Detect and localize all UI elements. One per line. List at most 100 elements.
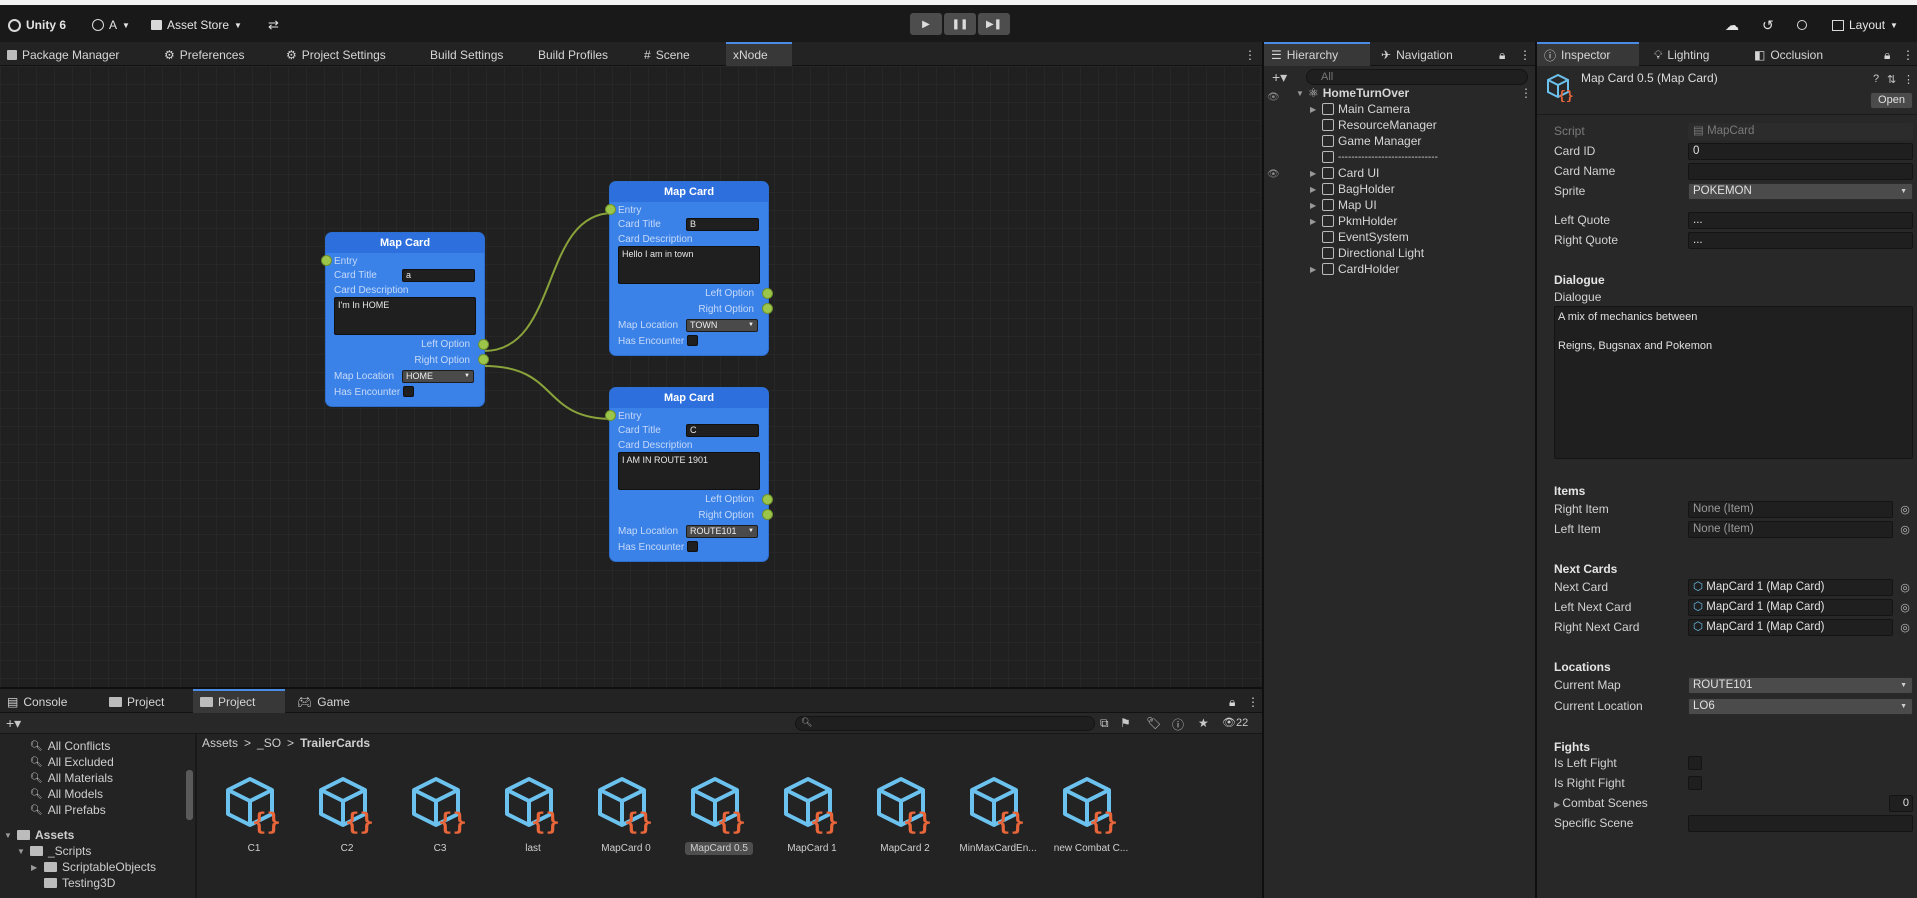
current-map-dropdown[interactable]: ROUTE101 [1688, 677, 1913, 694]
project-search-input[interactable]: 🔍︎ [795, 716, 1095, 731]
settings-icon[interactable]: ⇅ [1887, 73, 1896, 86]
more-vertical-icon[interactable]: ⋮ [1520, 86, 1532, 100]
tag-icon[interactable]: 🏷︎ [1146, 716, 1161, 730]
hierarchy-item[interactable]: ▶ Card UI [1310, 165, 1379, 181]
hierarchy-item[interactable]: ------------------------------ [1310, 149, 1438, 165]
map-card-node[interactable]: Map Card Entry Card Title a Card Descrip… [321, 233, 489, 406]
card-id-field[interactable]: 0 [1688, 143, 1913, 160]
tab-menu-button[interactable]: ⋮ [1240, 691, 1266, 713]
add-icon[interactable]: +▾ [1272, 69, 1287, 86]
asset-item[interactable]: {} MapCard 0.5 [679, 774, 759, 855]
tab-lighting[interactable]: 💡︎ Lighting [1647, 44, 1716, 66]
filter-by-type-icon[interactable]: ⧉ [1100, 716, 1109, 731]
tab-menu-button[interactable]: ⋮ [1237, 44, 1263, 66]
dialogue-textarea[interactable]: A mix of mechanics between Reigns, Bugsn… [1554, 306, 1913, 459]
hierarchy-item[interactable]: Game Manager [1310, 133, 1421, 149]
sidebar-scrollbar[interactable] [186, 770, 193, 820]
asset-item[interactable]: {} C2 [307, 774, 387, 855]
entry-port[interactable] [321, 255, 332, 266]
pause-button[interactable]: ❚❚ [944, 13, 976, 35]
asset-store-dropdown[interactable]: Asset Store ▼ [151, 14, 242, 36]
asset-item[interactable]: {} new Combat C... [1051, 774, 1131, 855]
asset-item[interactable]: {} MapCard 0 [586, 774, 666, 855]
asset-item[interactable]: {} MinMaxCardEn... [958, 774, 1038, 855]
card-title-field[interactable]: C [686, 424, 759, 437]
map-location-dropdown[interactable]: TOWN [686, 319, 758, 332]
hierarchy-item[interactable]: ▶ Main Camera [1310, 101, 1410, 117]
right-next-card-field[interactable]: ⬡ MapCard 1 (Map Card) [1688, 619, 1893, 636]
visibility-icon[interactable]: 👁︎ [1267, 169, 1280, 180]
hierarchy-item[interactable]: EventSystem [1310, 229, 1409, 245]
sidebar-item[interactable]: 🔍︎ All Conflicts [30, 738, 110, 754]
play-button[interactable]: ▶ [910, 13, 942, 35]
object-picker-icon[interactable]: ◎ [1897, 619, 1913, 636]
warning-icon[interactable]: ⓘ [1172, 716, 1184, 733]
tab-preferences[interactable]: ⚙ Preferences [157, 44, 251, 66]
hidden-packages-count[interactable]: 👁︎22 [1222, 716, 1248, 729]
left-item-field[interactable]: None (Item) [1688, 521, 1893, 538]
object-picker-icon[interactable]: ◎ [1897, 599, 1913, 616]
step-button[interactable]: ▶❚ [978, 13, 1010, 35]
layout-dropdown[interactable]: Layout ▼ [1832, 14, 1898, 36]
tab-navigation[interactable]: ✈ Navigation [1374, 44, 1460, 66]
breadcrumb-item[interactable]: TrailerCards [300, 736, 370, 750]
tab-console[interactable]: ▤ Console [0, 691, 74, 713]
asset-item[interactable]: {} C3 [400, 774, 480, 855]
hierarchy-item[interactable]: Directional Light [1310, 245, 1424, 261]
entry-port[interactable] [605, 204, 616, 215]
specific-scene-field[interactable] [1688, 815, 1913, 832]
has-encounter-checkbox[interactable] [403, 386, 414, 397]
left-option-port[interactable] [478, 339, 489, 350]
has-encounter-checkbox[interactable] [687, 335, 698, 346]
version-control-button[interactable]: ⇄ [268, 14, 279, 36]
sprite-dropdown[interactable]: POKEMON [1688, 183, 1913, 200]
tab-hierarchy[interactable]: ☰ Hierarchy [1264, 42, 1370, 66]
tab-build-profiles[interactable]: Build Profiles [531, 44, 615, 66]
right-option-port[interactable] [762, 509, 773, 520]
right-option-port[interactable] [762, 303, 773, 314]
sidebar-item[interactable]: 🔍︎ All Prefabs [30, 802, 106, 818]
tab-scene[interactable]: # Scene [637, 44, 697, 66]
sidebar-item[interactable]: 🔍︎ All Excluded [30, 754, 114, 770]
tab-build-settings[interactable]: Build Settings [423, 44, 510, 66]
hierarchy-item[interactable]: ▶ Map UI [1310, 197, 1377, 213]
card-title-field[interactable]: B [686, 218, 759, 231]
open-button[interactable]: Open [1870, 92, 1913, 109]
object-picker-icon[interactable]: ◎ [1897, 521, 1913, 538]
add-icon[interactable]: +▾ [6, 715, 21, 732]
tab-menu-button[interactable]: ⋮ [1512, 44, 1538, 66]
map-location-dropdown[interactable]: ROUTE101 [686, 525, 758, 538]
card-description-field[interactable]: Hello I am in town [618, 246, 760, 284]
tab-project-active[interactable]: Project [193, 689, 285, 713]
breadcrumb-item[interactable]: _SO [257, 736, 281, 750]
breadcrumb-item[interactable]: Assets [202, 736, 238, 750]
folder-item[interactable]: Testing3D [31, 875, 115, 891]
star-icon[interactable]: ★ [1198, 716, 1209, 730]
asset-item[interactable]: {} last [493, 774, 573, 855]
assets-root[interactable]: ▼ Assets [4, 827, 74, 843]
is-left-fight-checkbox[interactable] [1688, 756, 1702, 770]
map-card-node[interactable]: Map Card Entry Card Title B Card Descrip… [605, 182, 773, 355]
tab-menu-button[interactable]: ⋮ [1895, 44, 1917, 66]
tab-package-manager[interactable]: Package Manager [0, 44, 126, 66]
folder-item[interactable]: ▼ _Scripts [17, 843, 91, 859]
map-location-dropdown[interactable]: HOME [402, 370, 474, 383]
account-dropdown[interactable]: A ▼ [92, 14, 130, 36]
visibility-icon[interactable]: 👁︎ [1267, 92, 1280, 103]
left-next-card-field[interactable]: ⬡ MapCard 1 (Map Card) [1688, 599, 1893, 616]
xnode-graph-canvas[interactable]: Map Card Entry Card Title a Card Descrip… [0, 66, 1262, 687]
hierarchy-root[interactable]: ▼ ⚛ HomeTurnOver [1296, 85, 1409, 101]
entry-port[interactable] [605, 410, 616, 421]
right-option-port[interactable] [478, 354, 489, 365]
tab-project[interactable]: Project [102, 691, 171, 713]
tab-xnode[interactable]: xNode [726, 42, 792, 66]
tab-project-settings[interactable]: ⚙ Project Settings [279, 44, 393, 66]
next-card-field[interactable]: ⬡ MapCard 1 (Map Card) [1688, 579, 1893, 596]
tab-occlusion[interactable]: ◧ Occlusion [1747, 44, 1830, 66]
map-card-node[interactable]: Map Card Entry Card Title C Card Descrip… [605, 388, 773, 561]
sidebar-item[interactable]: 🔍︎ All Materials [30, 770, 113, 786]
asset-item[interactable]: {} MapCard 2 [865, 774, 945, 855]
object-picker-icon[interactable]: ◎ [1897, 579, 1913, 596]
sidebar-item[interactable]: 🔍︎ All Models [30, 786, 103, 802]
search-button[interactable] [1797, 14, 1807, 36]
